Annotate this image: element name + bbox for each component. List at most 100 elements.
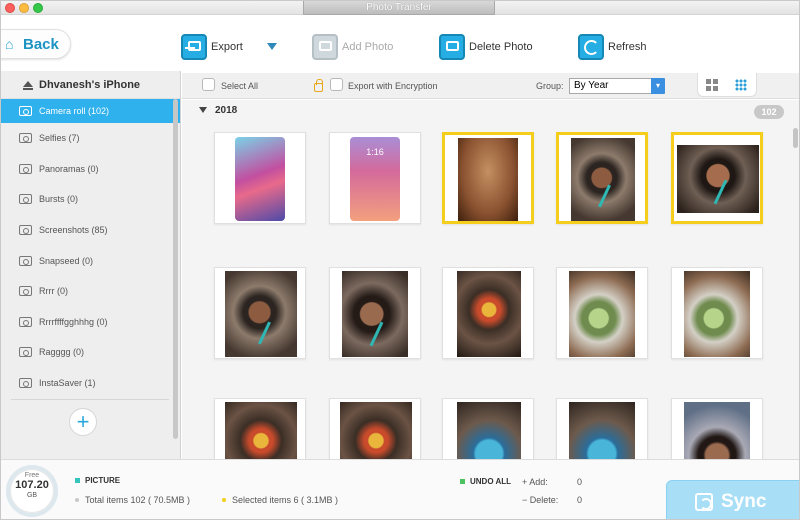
lock-icon	[314, 79, 323, 92]
album-icon	[19, 378, 32, 389]
minimize-window-button[interactable]	[19, 3, 29, 13]
sidebar-item-rrrr[interactable]: Rrrr (0)	[1, 276, 180, 307]
selfie-image	[342, 271, 408, 357]
food-photo-image	[225, 402, 297, 459]
sidebar-item-snapseed[interactable]: Snapseed (0)	[1, 245, 180, 276]
album-label: Screenshots (85)	[39, 225, 108, 236]
export-button[interactable]: Export	[181, 33, 243, 61]
year-group-header[interactable]: 2018 102	[182, 100, 799, 122]
photo-thumbnail[interactable]	[329, 398, 421, 459]
zoom-window-button[interactable]	[33, 3, 43, 13]
collapse-triangle-icon[interactable]	[199, 107, 207, 113]
large-grid-view-icon[interactable]	[706, 79, 718, 91]
sidebar-item-ragggg[interactable]: Ragggg (0)	[1, 337, 180, 368]
album-icon	[19, 316, 32, 327]
sidebar-item-rrrrffffgghhhg[interactable]: Rrrrffffgghhhg (0)	[1, 307, 180, 338]
album-icon	[19, 255, 32, 266]
sidebar: Dhvanesh's iPhone Camera roll (102) Self…	[1, 71, 181, 459]
group-select-value: By Year	[574, 80, 609, 91]
add-photo-button[interactable]: Add Photo	[312, 33, 393, 61]
refresh-label: Refresh	[608, 41, 647, 53]
food-photo-image	[340, 402, 412, 459]
photo-thumbnail[interactable]	[671, 398, 763, 459]
photo-thumbnail[interactable]	[442, 398, 534, 459]
album-icon	[19, 286, 32, 297]
free-unit: GB	[26, 492, 38, 499]
sidebar-item-panoramas[interactable]: Panoramas (0)	[1, 154, 180, 185]
sidebar-divider	[11, 399, 169, 400]
back-button[interactable]: ⌂ Back	[1, 29, 71, 59]
photo-thumbnail[interactable]	[442, 267, 534, 359]
export-encryption-checkbox[interactable]	[330, 78, 343, 91]
drink-photo-image	[569, 271, 635, 357]
sidebar-scrollbar[interactable]	[173, 99, 178, 439]
delete-count-value: 0	[577, 495, 583, 505]
content-scrollbar[interactable]	[793, 128, 798, 148]
export-encryption-label: Export with Encryption	[348, 81, 438, 91]
group-label: Group:	[536, 81, 564, 91]
sidebar-item-camera-roll[interactable]: Camera roll (102)	[1, 99, 180, 123]
phone-lockscreen-image: 1:16	[350, 137, 400, 221]
refresh-button[interactable]: Refresh	[578, 33, 647, 61]
export-dropdown-caret-icon[interactable]	[267, 43, 277, 50]
photo-thumbnail[interactable]	[214, 132, 306, 224]
sidebar-item-instasaver[interactable]: InstaSaver (1)	[1, 368, 180, 399]
photo-thumbnail[interactable]	[214, 267, 306, 359]
device-header[interactable]: Dhvanesh's iPhone	[1, 71, 180, 99]
album-icon	[19, 133, 32, 144]
food-photo-image	[457, 271, 521, 357]
picture-label: PICTURE	[85, 476, 121, 485]
photo-thumbnail[interactable]	[556, 267, 648, 359]
album-icon	[19, 194, 32, 205]
total-dot	[75, 498, 79, 502]
selfie-image	[225, 271, 297, 357]
add-album-button[interactable]: +	[69, 408, 97, 436]
small-grid-view-icon[interactable]	[735, 79, 747, 91]
restaurant-photo-image	[684, 402, 750, 459]
back-label: Back	[23, 35, 59, 53]
delete-photo-button[interactable]: Delete Photo	[439, 33, 533, 61]
album-icon	[19, 347, 32, 358]
delete-photo-label: Delete Photo	[469, 41, 533, 53]
blurred-photo-image	[458, 138, 518, 221]
photo-thumbnail[interactable]	[556, 398, 648, 459]
select-all-checkbox[interactable]	[202, 78, 215, 91]
group-select[interactable]: By Year ▾	[569, 78, 665, 94]
album-label: Rrrrffffgghhhg (0)	[39, 316, 108, 327]
photo-thumbnail-selected[interactable]	[442, 132, 534, 224]
sync-button[interactable]: Sync	[666, 480, 799, 519]
sidebar-item-selfies[interactable]: Selfies (7)	[1, 123, 180, 154]
picture-legend-square	[75, 478, 80, 483]
album-label: Snapseed (0)	[39, 255, 94, 266]
sidebar-item-screenshots[interactable]: Screenshots (85)	[1, 215, 180, 246]
album-label: Rrrr (0)	[39, 286, 68, 297]
photo-thumbnail[interactable]	[214, 398, 306, 459]
drink-photo-image	[684, 271, 750, 357]
album-label: Panoramas (0)	[39, 163, 99, 174]
photo-thumbnail-selected[interactable]	[671, 132, 763, 224]
year-label: 2018	[215, 105, 238, 116]
eject-icon[interactable]	[23, 80, 33, 90]
undo-legend-square	[460, 479, 465, 484]
camera-icon	[19, 106, 32, 116]
total-items-text: Total items 102 ( 70.5MB )	[85, 495, 191, 505]
album-label: InstaSaver (1)	[39, 378, 96, 389]
refresh-icon	[578, 34, 604, 60]
photo-thumbnail[interactable]: 1:16	[329, 132, 421, 224]
photo-thumbnail[interactable]	[329, 267, 421, 359]
app-window: Photo Transfer ⌂ Back Export Add Photo D…	[0, 0, 800, 520]
photo-thumbnail[interactable]	[671, 267, 763, 359]
sidebar-item-bursts[interactable]: Bursts (0)	[1, 184, 180, 215]
add-count-value: 0	[577, 477, 583, 487]
title-bar: Photo Transfer	[1, 1, 799, 15]
export-label: Export	[211, 41, 243, 53]
photo-grid-area: 2018 102 1:16	[182, 100, 799, 459]
free-value: 107.20	[15, 479, 49, 491]
blue-drink-image	[569, 402, 635, 459]
undo-all-button[interactable]: UNDO ALL	[470, 477, 511, 486]
free-label: Free	[24, 472, 40, 479]
close-window-button[interactable]	[5, 3, 15, 13]
photo-thumbnail-selected[interactable]	[556, 132, 648, 224]
device-name: Dhvanesh's iPhone	[39, 78, 141, 91]
export-icon	[181, 34, 207, 60]
